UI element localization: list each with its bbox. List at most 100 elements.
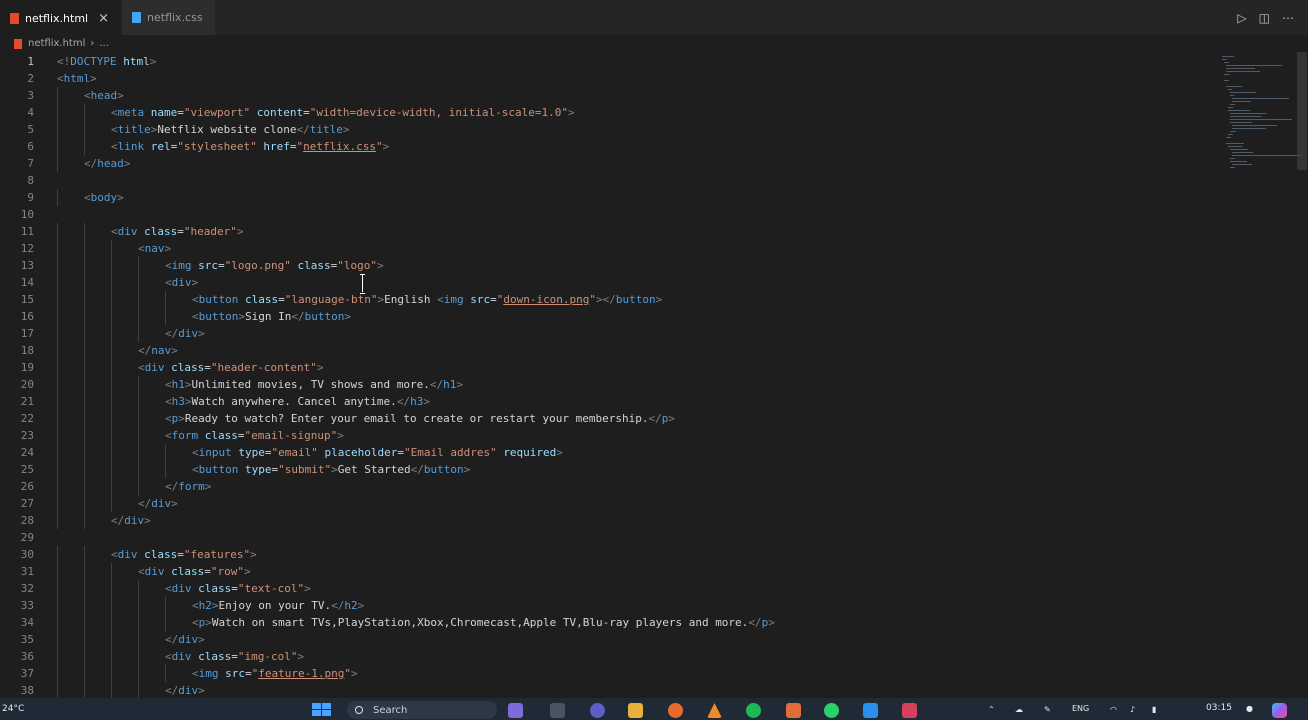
file-explorer-icon[interactable] xyxy=(550,703,565,718)
indent-guide xyxy=(111,393,112,410)
chat-icon[interactable] xyxy=(590,703,605,718)
code-text: <meta name="viewport" content="width=dev… xyxy=(111,104,575,121)
code-line[interactable]: 11 <div class="header"> xyxy=(0,223,1210,240)
code-line[interactable]: 10 xyxy=(0,206,1210,223)
code-token: > xyxy=(198,633,205,646)
close-icon[interactable]: × xyxy=(98,11,109,26)
battery-icon[interactable]: ▮ xyxy=(1152,705,1156,714)
indent-guide xyxy=(84,444,85,461)
sublime-icon[interactable] xyxy=(786,703,801,718)
line-number: 4 xyxy=(27,106,34,119)
indent-guide xyxy=(84,665,85,682)
more-actions-icon[interactable]: ⋯ xyxy=(1282,11,1294,25)
windows-start-icon[interactable] xyxy=(312,703,332,717)
code-token: </ xyxy=(138,344,152,357)
code-line[interactable]: 16 <button>Sign In</button> xyxy=(0,308,1210,325)
tab-netflix-html[interactable]: netflix.html × xyxy=(0,0,123,35)
code-token: > xyxy=(171,497,178,510)
code-token: > xyxy=(655,293,663,306)
code-line[interactable]: 37 <img src="feature-1.png"> xyxy=(0,665,1210,682)
code-line[interactable]: 3 <head> xyxy=(0,87,1210,104)
vlc-icon[interactable] xyxy=(707,703,722,718)
code-line[interactable]: 15 <button class="language-btn">English <… xyxy=(0,291,1210,308)
clock-time[interactable]: 03:15 xyxy=(1206,703,1232,713)
breadcrumb-symbol[interactable]: ... xyxy=(99,38,109,49)
spotify-icon[interactable] xyxy=(746,703,761,718)
code-token: < xyxy=(165,650,172,663)
code-token: > xyxy=(198,684,205,697)
code-line[interactable]: 23 <form class="email-signup"> xyxy=(0,427,1210,444)
copilot-icon[interactable] xyxy=(1272,703,1287,718)
code-line[interactable]: 18 </nav> xyxy=(0,342,1210,359)
store-icon[interactable] xyxy=(902,703,917,718)
notification-icon[interactable]: ● xyxy=(1246,704,1253,713)
code-token: < xyxy=(165,582,172,595)
code-line[interactable]: 36 <div class="img-col"> xyxy=(0,648,1210,665)
code-line[interactable]: 4 <meta name="viewport" content="width=de… xyxy=(0,104,1210,121)
tab-netflix-css[interactable]: netflix.css xyxy=(122,0,216,35)
code-text: </nav> xyxy=(138,342,178,359)
code-line[interactable]: 9 <body> xyxy=(0,189,1210,206)
split-editor-icon[interactable]: ◫ xyxy=(1259,11,1270,25)
code-line[interactable]: 12 <nav> xyxy=(0,240,1210,257)
wifi-icon[interactable]: ◠ xyxy=(1110,705,1117,714)
code-token: > xyxy=(382,140,390,153)
line-number: 23 xyxy=(20,429,34,442)
code-line[interactable]: 13 <img src="logo.png" class="logo"> xyxy=(0,257,1210,274)
vertical-scrollbar[interactable] xyxy=(1297,52,1307,170)
minimap[interactable] xyxy=(1218,52,1302,314)
volume-icon[interactable]: ♪ xyxy=(1130,705,1135,714)
code-line[interactable]: 6 <link rel="stylesheet" href="netflix.cs… xyxy=(0,138,1210,155)
code-editor[interactable]: 1 <!DOCTYPE html> 2 <html> 3 <head> 4 <meta nam… xyxy=(0,52,1308,698)
code-line[interactable]: 26 </form> xyxy=(0,478,1210,495)
code-line[interactable]: 38 </div> xyxy=(0,682,1210,698)
code-token: </ xyxy=(84,157,98,170)
whatsapp-icon[interactable] xyxy=(824,703,839,718)
code-line[interactable]: 32 <div class="text-col"> xyxy=(0,580,1210,597)
code-line[interactable]: 20 <h1>Unlimited movies, TV shows and mor… xyxy=(0,376,1210,393)
code-line[interactable]: 17 </div> xyxy=(0,325,1210,342)
code-line[interactable]: 1 <!DOCTYPE html> xyxy=(0,53,1210,70)
code-line[interactable]: 7 </head> xyxy=(0,155,1210,172)
code-line[interactable]: 19 <div class="header-content"> xyxy=(0,359,1210,376)
code-line[interactable]: 25 <button type="submit">Get Started</but… xyxy=(0,461,1210,478)
folder-icon[interactable] xyxy=(628,703,643,718)
code-line[interactable]: 33 <h2>Enjoy on your TV.</h2> xyxy=(0,597,1210,614)
code-line[interactable]: 2 <html> xyxy=(0,70,1210,87)
code-line[interactable]: 29 xyxy=(0,529,1210,546)
code-line[interactable]: 21 <h3>Watch anywhere. Cancel anytime.</h… xyxy=(0,393,1210,410)
language-indicator[interactable]: ENG xyxy=(1072,704,1089,713)
taskbar-search[interactable]: Search xyxy=(347,701,497,719)
code-line[interactable]: 14 <div> xyxy=(0,274,1210,291)
code-token: h2 xyxy=(198,599,212,612)
indent-guide xyxy=(84,121,85,138)
code-line[interactable]: 5 <title>Netflix website clone</title> xyxy=(0,121,1210,138)
code-line[interactable]: 28 </div> xyxy=(0,512,1210,529)
widgets-icon[interactable] xyxy=(508,703,523,718)
indent-guide xyxy=(57,138,58,155)
code-line[interactable]: 31 <div class="row"> xyxy=(0,563,1210,580)
line-number: 25 xyxy=(20,463,34,476)
vscode-icon[interactable] xyxy=(863,703,878,718)
code-line[interactable]: 22 <p>Ready to watch? Enter your email to… xyxy=(0,410,1210,427)
onedrive-icon[interactable]: ☁ xyxy=(1015,705,1023,714)
pen-icon[interactable]: ✎ xyxy=(1044,705,1051,714)
code-line[interactable]: 34 <p>Watch on smart TVs,PlayStation,Xbox… xyxy=(0,614,1210,631)
code-token: > xyxy=(304,582,311,595)
code-line[interactable]: 24 <input type="email" placeholder="Email… xyxy=(0,444,1210,461)
code-token: > xyxy=(344,310,351,323)
taskbar: 24°C Search ⌃ ☁ ✎ ENG ◠ ♪ ▮ 03:15 ● xyxy=(0,698,1308,720)
breadcrumb-file[interactable]: netflix.html xyxy=(28,38,85,49)
run-icon[interactable]: ▷ xyxy=(1237,11,1246,25)
code-line[interactable]: 30 <div class="features"> xyxy=(0,546,1210,563)
indent-guide xyxy=(84,410,85,427)
weather-widget[interactable]: 24°C xyxy=(2,704,24,714)
code-token: = xyxy=(397,446,404,459)
code-line[interactable]: 27 </div> xyxy=(0,495,1210,512)
minimap-line xyxy=(1224,80,1229,81)
line-number: 10 xyxy=(20,208,34,221)
code-line[interactable]: 8 xyxy=(0,172,1210,189)
chevron-up-icon[interactable]: ⌃ xyxy=(988,705,995,714)
firefox-icon[interactable] xyxy=(668,703,683,718)
code-line[interactable]: 35 </div> xyxy=(0,631,1210,648)
